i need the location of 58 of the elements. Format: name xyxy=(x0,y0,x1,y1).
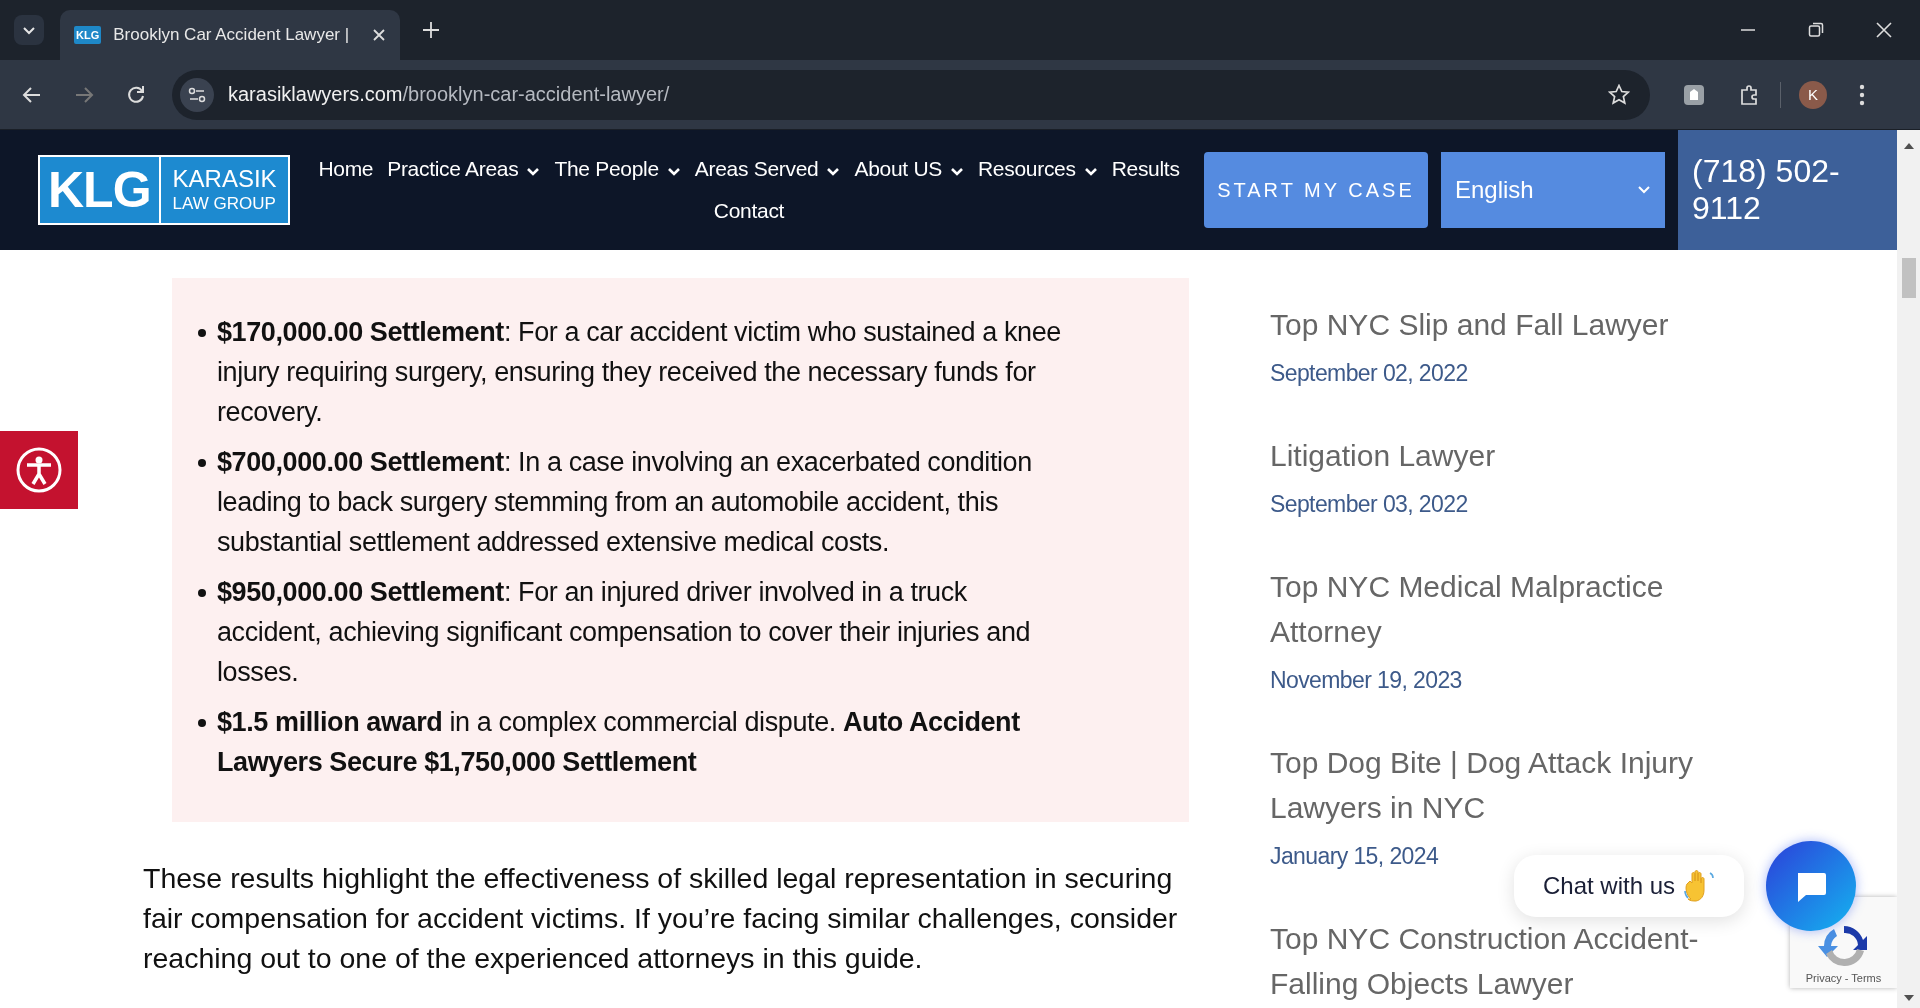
post-date: January 15, 2024 xyxy=(1270,843,1439,870)
nav-link[interactable]: About US xyxy=(854,151,964,187)
post-date: November 19, 2023 xyxy=(1270,667,1462,694)
address-bar[interactable]: karasiklawyers.com/brooklyn-car-accident-lawyer/ xyxy=(172,69,1650,120)
scroll-down-icon[interactable] xyxy=(1902,994,1915,1002)
post-date: September 03, 2022 xyxy=(1270,491,1468,518)
nav-link[interactable]: The People xyxy=(554,151,681,187)
chevron-down-icon xyxy=(1637,185,1651,195)
close-icon[interactable] xyxy=(372,28,386,42)
url-text: karasiklawyers.com/brooklyn-car-accident-lawyer/ xyxy=(228,83,671,106)
result-text: $700,000.00 Settlement: In a case involving an exacerbated condition leading to back surgery stemming from an automobile accident, this substantial settlement addressed extensive medical costs. xyxy=(217,446,1033,559)
result-text: $1.5 million award in a complex commercial dispute. Auto Accident Lawyers Secure $1,750,000 Settlement xyxy=(217,706,1021,779)
bullet-icon xyxy=(198,719,206,727)
nav-link[interactable]: Results xyxy=(1111,151,1180,187)
bullet-icon xyxy=(198,459,206,467)
new-tab-icon[interactable] xyxy=(422,21,440,39)
post-date: September 02, 2022 xyxy=(1270,360,1468,387)
extension-icon[interactable] xyxy=(1682,82,1706,107)
chat-icon[interactable] xyxy=(1766,841,1856,931)
chevron-down-icon xyxy=(666,167,681,177)
scroll-up-icon[interactable] xyxy=(1902,142,1915,150)
nav-link[interactable]: Home xyxy=(318,151,374,187)
profile-avatar[interactable]: K xyxy=(1799,80,1827,109)
bookmark-star-icon[interactable] xyxy=(1608,83,1630,106)
post-title-link[interactable]: Top NYC Slip and Fall Lawyer xyxy=(1270,302,1669,347)
post-title-link[interactable]: Litigation Lawyer xyxy=(1270,433,1496,478)
nav-link[interactable]: Contact xyxy=(713,193,785,229)
post-title-link[interactable]: Top Dog Bite | Dog Attack Injury Lawyers in NYC xyxy=(1270,740,1710,830)
restore-icon[interactable] xyxy=(1808,22,1824,38)
nav-link[interactable]: Areas Served xyxy=(694,151,841,187)
reload-icon[interactable] xyxy=(126,84,146,105)
chevron-down-icon xyxy=(526,167,541,177)
body-paragraph: These results highlight the effectiveness of skilled legal representation in securing fair compensation for accident victims. If you’re facing similar challenges, consider reaching out to one of the experienced attorneys in this guide. xyxy=(143,861,1179,976)
chevron-down-icon xyxy=(1083,167,1098,177)
back-icon[interactable] xyxy=(22,84,42,105)
scrollbar-thumb[interactable] xyxy=(1901,258,1916,298)
accessibility-icon[interactable] xyxy=(0,431,78,509)
nav-link[interactable]: Resources xyxy=(978,151,1098,187)
post-title-link[interactable]: Top NYC Medical Malpractice Attorney xyxy=(1270,564,1710,654)
post-title-link[interactable]: Top NYC Construction Accident-Falling Objects Lawyer xyxy=(1270,916,1710,1006)
more-menu-icon[interactable] xyxy=(1859,83,1865,106)
favicon: KLG xyxy=(74,26,102,44)
site-settings-icon[interactable] xyxy=(180,77,214,112)
waving-hand-icon xyxy=(1683,869,1716,903)
result-text: $950,000.00 Settlement: For an injured driver involved in a truck accident, achieving significant compensation to cover their injuries and losses. xyxy=(217,576,1032,689)
bullet-icon xyxy=(198,589,206,597)
privacy-terms-link[interactable]: Privacy - Terms xyxy=(1805,972,1882,984)
chevron-down-icon xyxy=(950,167,964,177)
result-text: $170,000.00 Settlement: For a car accident victim who sustained a knee injury requiring surgery, ensuring they received the necessary funds for recovery. xyxy=(217,316,1062,429)
nav-link[interactable]: Practice Areas xyxy=(387,151,541,187)
close-icon[interactable] xyxy=(1876,22,1892,38)
browser-tab[interactable]: KLG Brooklyn Car Accident Lawyer | xyxy=(60,10,400,60)
chevron-down-icon xyxy=(826,167,841,177)
chat-prompt[interactable]: Chat with us xyxy=(1514,855,1744,917)
tab-title: Brooklyn Car Accident Lawyer | xyxy=(113,25,351,45)
forward-icon[interactable] xyxy=(74,84,94,105)
tab-list-icon[interactable] xyxy=(14,15,44,45)
bullet-icon xyxy=(198,329,206,337)
